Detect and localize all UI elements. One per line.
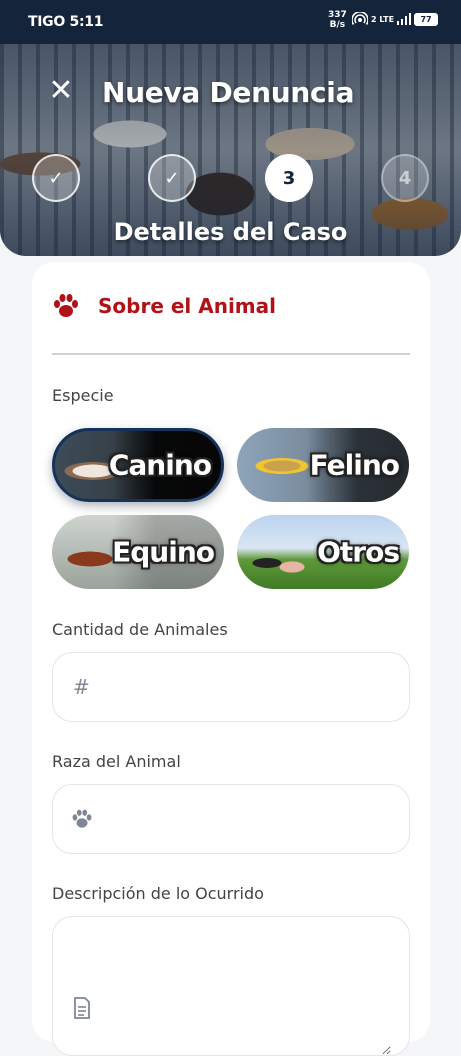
- step-number: 3: [282, 167, 296, 189]
- step-2-indicator: ✓: [148, 154, 196, 202]
- breed-field[interactable]: [52, 784, 410, 854]
- quantity-input[interactable]: [111, 653, 391, 721]
- section-header: Sobre el Animal: [52, 292, 276, 320]
- quantity-label: Cantidad de Animales: [52, 620, 228, 639]
- network-speed: 337 B/s: [328, 10, 347, 30]
- species-label: Especie: [52, 386, 114, 405]
- check-icon: ✓: [164, 167, 180, 189]
- close-icon[interactable]: ✕: [46, 76, 76, 106]
- page-title: Nueva Denuncia: [102, 76, 355, 109]
- species-option-canino[interactable]: Canino: [52, 428, 224, 502]
- step-1-indicator: ✓: [32, 154, 80, 202]
- network-speed-unit: B/s: [329, 20, 346, 30]
- species-option-label: Otros: [317, 535, 400, 569]
- status-bar: TIGO 5:11 337 B/s 2 LTE 77: [0, 0, 461, 44]
- species-option-equino[interactable]: Equino: [52, 515, 224, 589]
- hotspot-icon: [352, 12, 368, 25]
- status-icons: 2 LTE 77: [352, 12, 439, 26]
- battery-icon: 77: [414, 12, 439, 26]
- species-option-label: Equino: [112, 535, 215, 569]
- step-title: Detalles del Caso: [113, 218, 348, 246]
- section-divider: [52, 353, 410, 355]
- section-title: Sobre el Animal: [98, 294, 276, 318]
- network-type: 2 LTE: [371, 14, 395, 24]
- step-number: 4: [398, 167, 412, 189]
- network-speed-value: 337: [328, 10, 347, 20]
- header-banner: ✕ Nueva Denuncia ✓ ✓ 3 4 Detalles del Ca…: [0, 44, 461, 256]
- description-input[interactable]: [111, 917, 391, 1055]
- status-time: TIGO 5:11: [28, 14, 104, 30]
- check-icon: ✓: [48, 167, 64, 189]
- description-label: Descripción de lo Ocurrido: [52, 884, 264, 903]
- step-3-indicator: 3: [265, 154, 313, 202]
- document-icon: [74, 997, 90, 1019]
- breed-input[interactable]: [111, 785, 391, 853]
- signal-icon: [397, 13, 412, 25]
- species-option-felino[interactable]: Felino: [237, 428, 409, 502]
- quantity-field[interactable]: #: [52, 652, 410, 722]
- paw-icon: [72, 809, 92, 828]
- breed-label: Raza del Animal: [52, 752, 181, 771]
- species-option-otros[interactable]: Otros: [237, 515, 409, 589]
- paw-icon: [54, 294, 78, 317]
- battery-level: 77: [420, 14, 432, 24]
- species-option-label: Canino: [108, 448, 212, 482]
- hash-icon: #: [73, 675, 90, 699]
- description-field[interactable]: [52, 916, 410, 1056]
- step-4-indicator: 4: [381, 154, 429, 202]
- form-card: Sobre el Animal Especie Canino Felino Eq…: [32, 262, 430, 1056]
- species-option-label: Felino: [309, 448, 400, 482]
